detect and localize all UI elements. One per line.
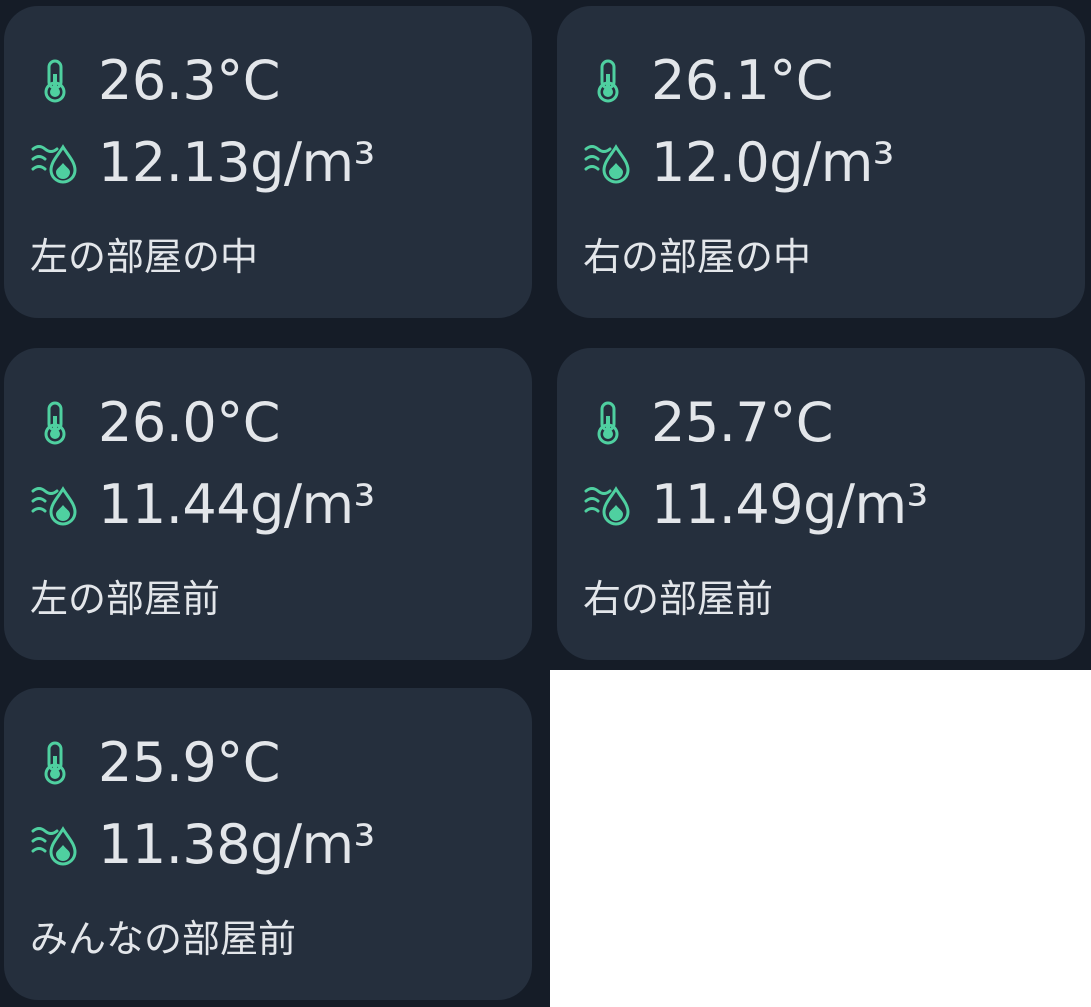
humidity-row: 12.13g/m³ [30, 130, 375, 196]
temperature-value: 25.7°C [651, 391, 833, 454]
humidity-value: 11.49g/m³ [651, 473, 928, 536]
temperature-value: 25.9°C [98, 731, 280, 794]
thermometer-icon [30, 738, 80, 788]
temperature-value: 26.0°C [98, 391, 280, 454]
temperature-value: 26.3°C [98, 49, 280, 112]
humidity-icon [30, 820, 80, 870]
thermometer-icon [583, 56, 633, 106]
sensor-card-left-room-inside[interactable]: 26.3°C 12.13g/m³ 左の部屋の中 [4, 6, 532, 318]
sensor-location-label: 左の部屋の中 [30, 235, 259, 279]
humidity-icon [583, 480, 633, 530]
thermometer-icon [30, 398, 80, 448]
temperature-row: 26.3°C [30, 48, 280, 114]
temperature-row: 26.1°C [583, 48, 833, 114]
humidity-value: 12.13g/m³ [98, 131, 375, 194]
thermometer-icon [583, 398, 633, 448]
humidity-value: 12.0g/m³ [651, 131, 894, 194]
sensor-location-label: 右の部屋の中 [583, 235, 812, 279]
sensor-location-label: 右の部屋前 [583, 577, 774, 621]
temperature-value: 26.1°C [651, 49, 833, 112]
humidity-value: 11.44g/m³ [98, 473, 375, 536]
humidity-icon [30, 480, 80, 530]
humidity-row: 11.44g/m³ [30, 472, 375, 538]
humidity-icon [30, 138, 80, 188]
temperature-row: 25.9°C [30, 730, 280, 796]
thermometer-icon [30, 56, 80, 106]
temperature-row: 25.7°C [583, 390, 833, 456]
sensor-card-everyone-room-front[interactable]: 25.9°C 11.38g/m³ みんなの部屋前 [4, 688, 532, 1000]
humidity-row: 11.38g/m³ [30, 812, 375, 878]
sensor-card-left-room-front[interactable]: 26.0°C 11.44g/m³ 左の部屋前 [4, 348, 532, 660]
humidity-icon [583, 138, 633, 188]
humidity-row: 11.49g/m³ [583, 472, 928, 538]
sensor-card-right-room-front[interactable]: 25.7°C 11.49g/m³ 右の部屋前 [557, 348, 1085, 660]
sensor-card-right-room-inside[interactable]: 26.1°C 12.0g/m³ 右の部屋の中 [557, 6, 1085, 318]
humidity-value: 11.38g/m³ [98, 813, 375, 876]
sensor-location-label: 左の部屋前 [30, 577, 221, 621]
temperature-row: 26.0°C [30, 390, 280, 456]
sensor-location-label: みんなの部屋前 [30, 917, 297, 961]
humidity-row: 12.0g/m³ [583, 130, 894, 196]
